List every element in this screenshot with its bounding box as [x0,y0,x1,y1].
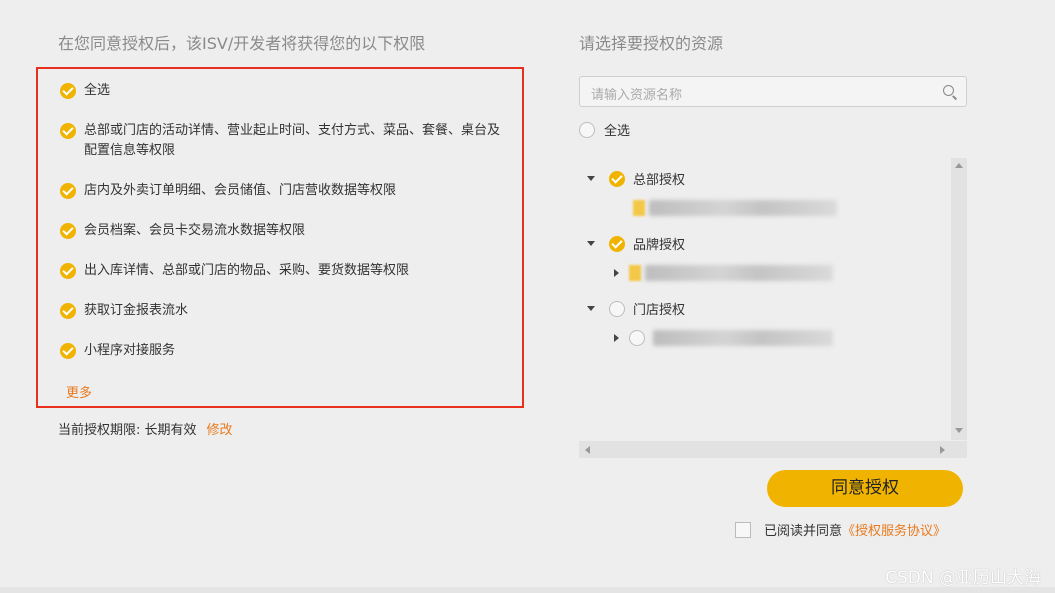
check-circle-icon[interactable] [60,183,76,199]
tree-child-headquarters [633,200,837,216]
permission-item[interactable]: 店内及外卖订单明细、会员储值、门店营收数据等权限 [60,181,504,201]
permissions-box: 全选 总部或门店的活动详情、营业起止时间、支付方式、菜品、套餐、桌台及配置信息等… [36,67,524,408]
permission-label: 会员档案、会员卡交易流水数据等权限 [84,223,306,238]
scroll-right-icon[interactable] [940,446,945,454]
check-circle-icon[interactable] [60,263,76,279]
agree-authorize-button[interactable]: 同意授权 [767,470,963,507]
vertical-scrollbar[interactable] [951,158,967,440]
bottom-divider [0,587,1055,593]
modify-link[interactable]: 修改 [207,423,233,438]
redacted-mark [629,265,641,281]
watermark: CSDN @亚历山大海 [885,568,1041,588]
check-circle-icon[interactable] [609,235,625,252]
redacted-text [645,265,833,281]
scroll-down-icon[interactable] [955,428,963,433]
check-circle-icon[interactable] [60,303,76,319]
redacted-mark [633,200,645,216]
search-icon[interactable] [943,85,954,96]
select-all-label: 全选 [604,124,631,139]
expiry-label: 当前授权期限: 长期有效 [58,423,197,438]
redacted-text [653,330,833,346]
permission-label: 获取订金报表流水 [84,303,189,318]
check-circle-icon[interactable] [60,343,76,359]
check-circle-icon[interactable] [609,170,625,187]
expiry-row: 当前授权期限: 长期有效 修改 [58,419,233,438]
redacted-text [649,200,837,216]
tree-node-label: 总部授权 [633,173,686,188]
permission-item[interactable]: 会员档案、会员卡交易流水数据等权限 [60,221,504,241]
tree-node-store[interactable]: 门店授权 [587,299,685,318]
caret-right-icon[interactable] [614,269,619,277]
agreement-checkbox[interactable] [735,521,751,538]
tree-node-headquarters[interactable]: 总部授权 [587,169,685,188]
tree-child-brand[interactable] [614,265,833,281]
check-circle-icon[interactable] [60,83,76,99]
permission-label: 出入库详情、总部或门店的物品、采购、要货数据等权限 [84,263,410,278]
permission-item[interactable]: 获取订金报表流水 [60,301,504,321]
resource-tree: 总部授权 品牌授权 门店授权 [579,158,967,458]
caret-right-icon[interactable] [614,334,619,342]
resource-select-all[interactable]: 全选 [579,120,630,139]
tree-node-label: 品牌授权 [633,238,686,253]
radio-icon[interactable] [609,300,625,317]
caret-down-icon[interactable] [587,306,595,311]
scroll-up-icon[interactable] [955,163,963,168]
resources-heading: 请选择要授权的资源 [579,34,724,53]
permission-item[interactable]: 总部或门店的活动详情、营业起止时间、支付方式、菜品、套餐、桌台及配置信息等权限 [60,121,504,161]
tree-node-brand[interactable]: 品牌授权 [587,234,685,253]
permission-label: 全选 [84,83,111,98]
radio-icon[interactable] [629,330,645,346]
permission-label: 总部或门店的活动详情、营业起止时间、支付方式、菜品、套餐、桌台及配置信息等权限 [84,123,501,158]
permission-label: 店内及外卖订单明细、会员储值、门店营收数据等权限 [84,183,397,198]
agreement-row: 已阅读并同意 《授权服务协议》 [735,520,946,539]
permission-item[interactable]: 出入库详情、总部或门店的物品、采购、要货数据等权限 [60,261,504,281]
caret-down-icon[interactable] [587,241,595,246]
permission-select-all[interactable]: 全选 [60,81,504,101]
permission-item[interactable]: 小程序对接服务 [60,341,504,361]
permission-label: 小程序对接服务 [84,343,176,358]
tree-child-store[interactable] [614,330,833,346]
check-circle-icon[interactable] [60,223,76,239]
resource-search-input[interactable]: 请输入资源名称 [579,76,967,107]
search-placeholder: 请输入资源名称 [591,88,683,103]
tree-node-label: 门店授权 [633,303,686,318]
more-link[interactable]: 更多 [66,382,92,401]
permissions-heading: 在您同意授权后，该ISV/开发者将获得您的以下权限 [58,34,426,53]
caret-down-icon[interactable] [587,176,595,181]
scroll-left-icon[interactable] [585,446,590,454]
protocol-link[interactable]: 《授权服务协议》 [842,520,946,539]
check-circle-icon[interactable] [60,123,76,139]
agreement-text: 已阅读并同意 [764,524,843,539]
radio-icon[interactable] [579,121,595,138]
horizontal-scrollbar[interactable] [579,441,967,458]
